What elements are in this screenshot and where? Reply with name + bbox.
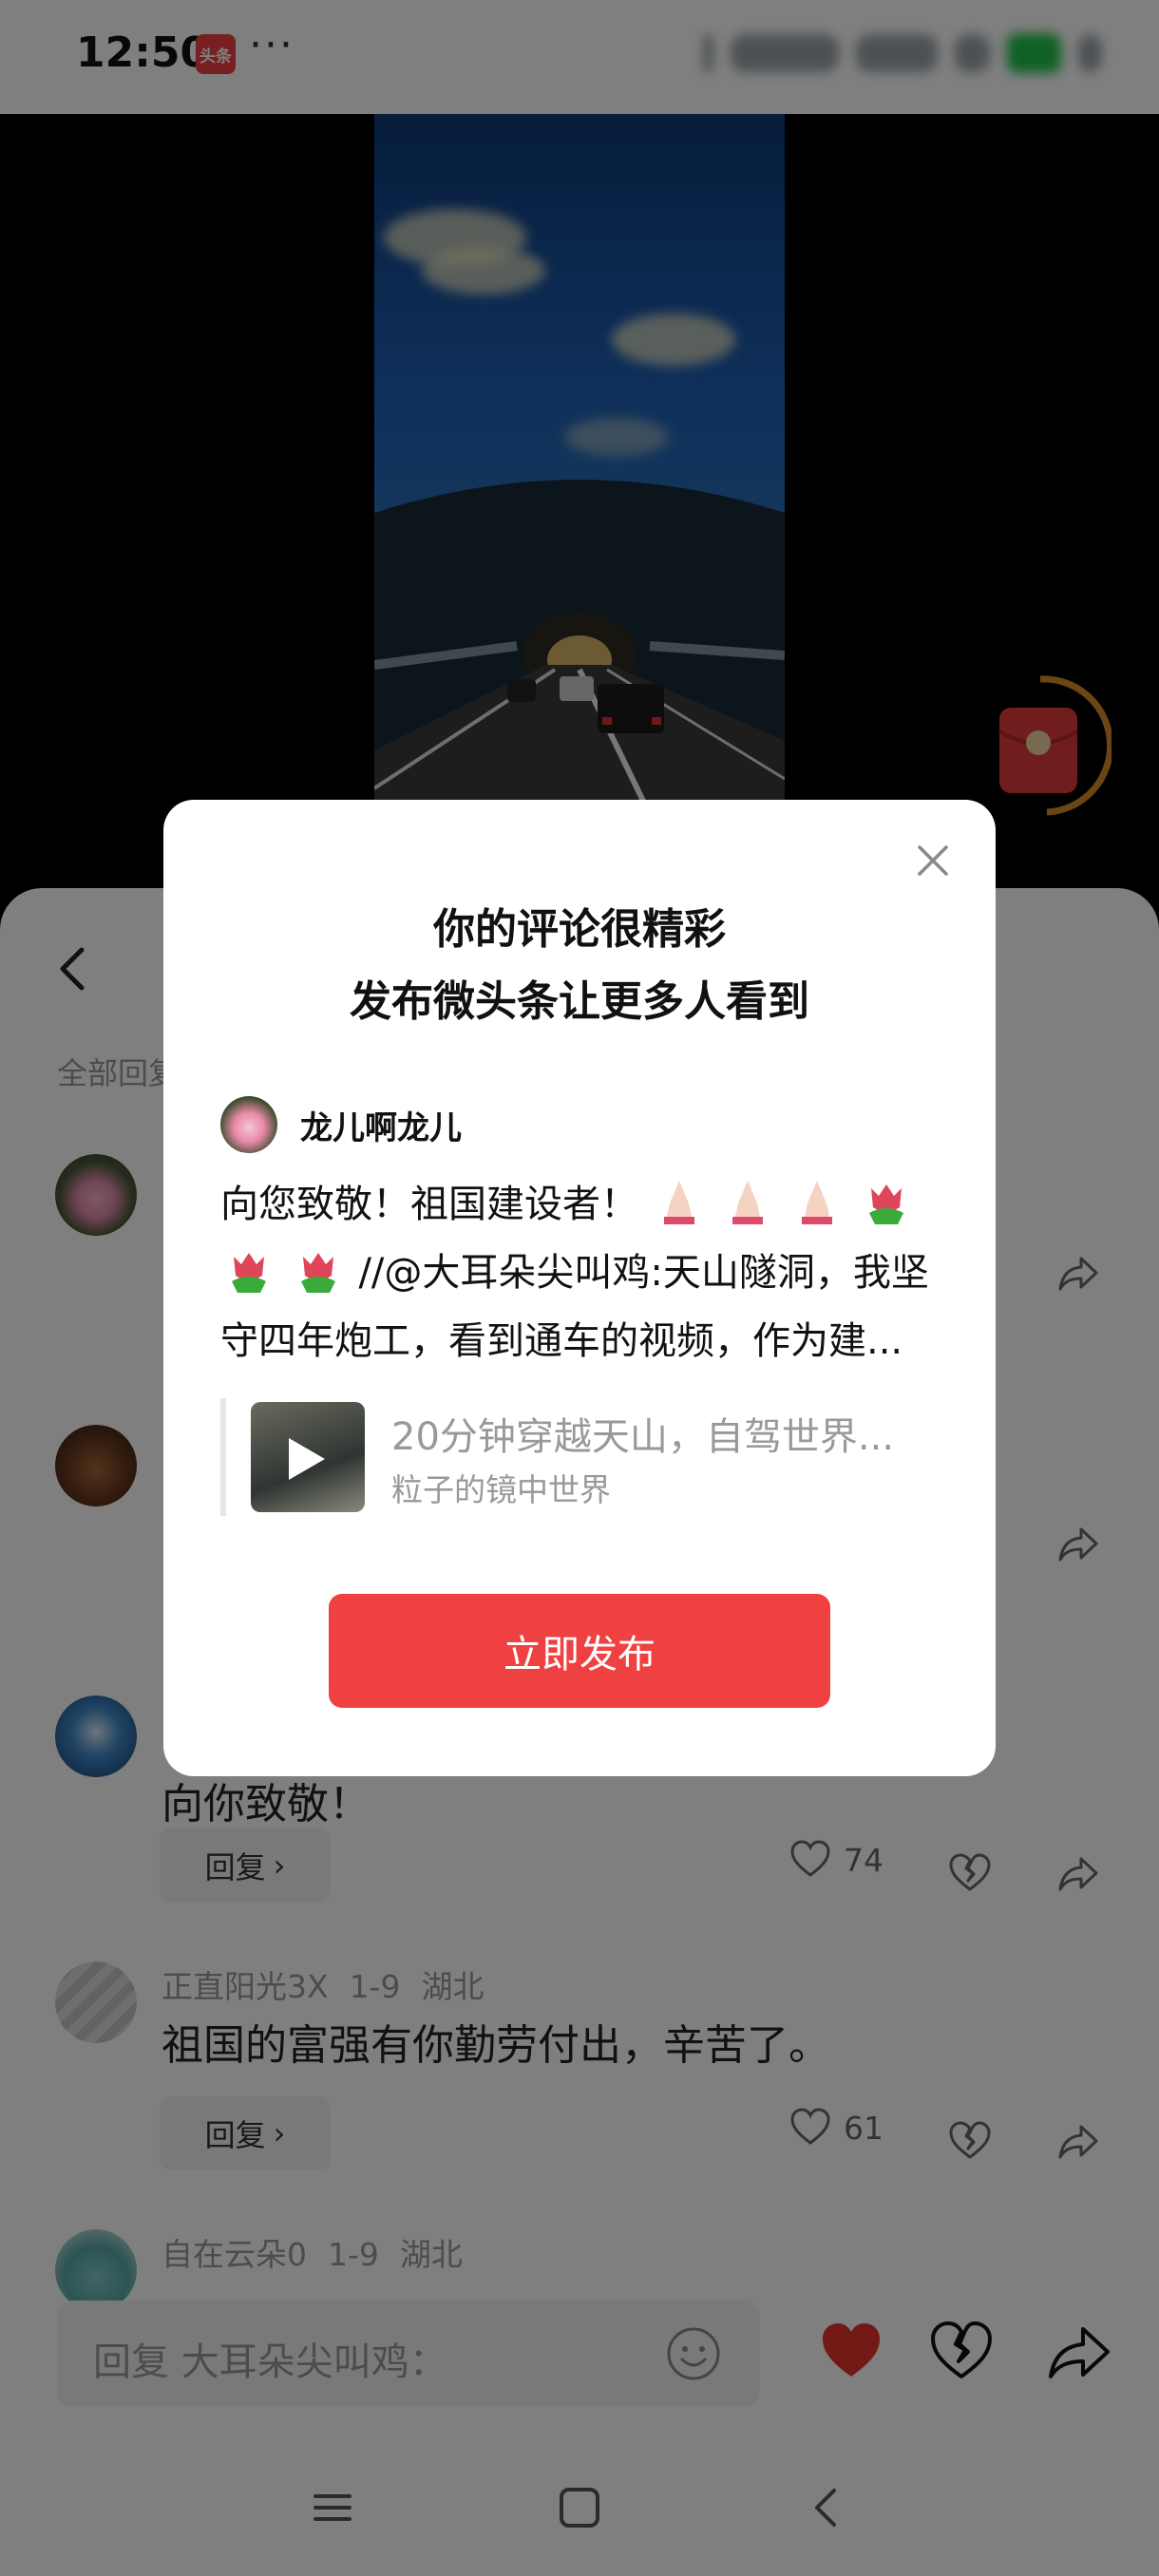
author-name: 龙儿啊龙儿	[300, 1109, 462, 1147]
post-body-line1: 向您致敬！祖国建设者！	[220, 1183, 638, 1226]
tulip-icon	[300, 1253, 335, 1293]
praying-hands-icon	[802, 1181, 833, 1224]
post-body: 向您致敬！祖国建设者！ //@大耳朵尖叫鸡:天山隧洞，我坚 守四年炮工，看到通车…	[220, 1170, 952, 1375]
praying-hands-icon	[732, 1181, 764, 1224]
praying-hands-icon	[663, 1181, 694, 1224]
tulip-icon	[868, 1184, 903, 1224]
quoted-video-card[interactable]: 20分钟穿越天山，自驾世界... 粒子的镜中世界	[220, 1398, 942, 1516]
author-avatar	[220, 1096, 277, 1153]
share-dialog: 你的评论很精彩 发布微头条让更多人看到 龙儿啊龙儿 向您致敬！祖国建设者！ //…	[163, 800, 996, 1776]
play-icon	[289, 1438, 325, 1480]
quoted-video-title: 20分钟穿越天山，自驾世界...	[391, 1415, 895, 1459]
close-icon[interactable]	[912, 840, 954, 881]
quoted-video-source: 粒子的镜中世界	[391, 1471, 611, 1508]
tulip-icon	[232, 1253, 266, 1293]
video-thumbnail	[251, 1402, 365, 1512]
post-body-line2: //@大耳朵尖叫鸡:天山隧洞，我坚	[358, 1251, 929, 1295]
dialog-title-line1: 你的评论很精彩	[433, 905, 726, 954]
dialog-title-line2: 发布微头条让更多人看到	[350, 977, 809, 1026]
post-body-line3: 守四年炮工，看到通车的视频，作为建...	[220, 1319, 903, 1363]
publish-button[interactable]: 立即发布	[329, 1594, 830, 1708]
